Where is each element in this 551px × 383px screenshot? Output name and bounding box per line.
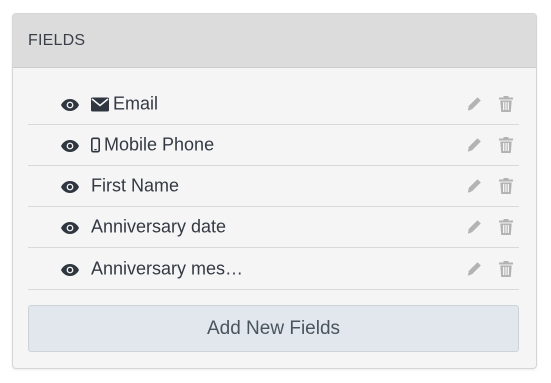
field-label: First Name xyxy=(91,175,180,196)
envelope-icon xyxy=(91,97,109,111)
field-list: Email Mobile Phone First Name Anniversar… xyxy=(28,84,519,290)
add-new-fields-button[interactable]: Add New Fields xyxy=(28,305,519,352)
delete-trash-icon[interactable] xyxy=(497,218,515,236)
field-row-email: Email xyxy=(28,84,519,125)
edit-pencil-icon[interactable] xyxy=(465,136,483,154)
field-label-wrap: First Name xyxy=(91,176,179,197)
edit-pencil-icon[interactable] xyxy=(465,177,483,195)
add-new-fields-label: Add New Fields xyxy=(206,317,341,339)
field-label-wrap: Email xyxy=(91,94,158,115)
field-label-wrap: Anniversary date xyxy=(91,217,226,238)
field-row-anniversary-message: Anniversary mes… xyxy=(28,248,519,290)
visibility-eye-icon[interactable] xyxy=(61,98,79,111)
mobile-phone-icon xyxy=(91,137,100,153)
field-row-anniversary-date: Anniversary date xyxy=(28,207,519,248)
delete-trash-icon[interactable] xyxy=(497,260,515,278)
edit-pencil-icon[interactable] xyxy=(465,260,483,278)
visibility-eye-icon[interactable] xyxy=(61,139,79,152)
field-label-wrap: Mobile Phone xyxy=(91,135,214,156)
delete-trash-icon[interactable] xyxy=(497,136,515,154)
delete-trash-icon[interactable] xyxy=(497,177,515,195)
field-label: Email xyxy=(113,93,159,114)
panel-header: FIELDS xyxy=(13,14,536,68)
visibility-eye-icon[interactable] xyxy=(61,180,79,193)
edit-pencil-icon[interactable] xyxy=(465,95,483,113)
field-label: Anniversary mes… xyxy=(91,258,244,278)
visibility-eye-icon[interactable] xyxy=(61,221,79,234)
edit-pencil-icon[interactable] xyxy=(465,218,483,236)
field-label: Anniversary date xyxy=(91,216,227,237)
panel-title: FIELDS xyxy=(28,31,86,49)
field-row-first-name: First Name xyxy=(28,166,519,207)
field-label-wrap: Anniversary mes… xyxy=(91,258,243,279)
field-label: Mobile Phone xyxy=(104,134,215,155)
visibility-eye-icon[interactable] xyxy=(61,263,79,276)
fields-panel: FIELDS Email Mobile Phone First Name Ann… xyxy=(12,13,537,369)
delete-trash-icon[interactable] xyxy=(497,95,515,113)
field-row-mobile-phone: Mobile Phone xyxy=(28,125,519,166)
